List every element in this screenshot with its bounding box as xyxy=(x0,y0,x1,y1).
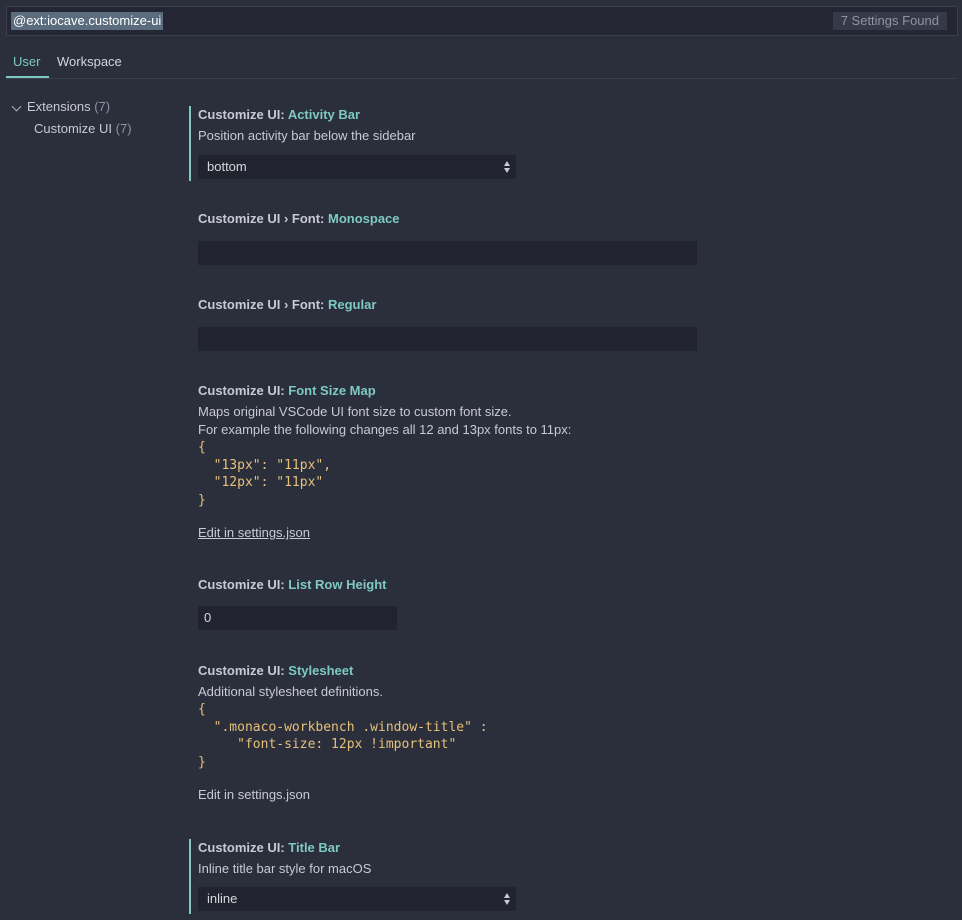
setting-title: Customize UI: List Row Height xyxy=(198,576,789,594)
setting-category: Customize UI: xyxy=(198,840,289,855)
tree-item-label: Customize UI xyxy=(34,121,113,136)
setting-title: Customize UI › Font: Monospace xyxy=(198,210,789,228)
code-example: { "13px": "11px", "12px": "11px" } xyxy=(198,440,332,508)
code-example: { ".monaco-workbench .window-title" : "f… xyxy=(198,702,488,770)
setting-description: For example the following changes all 12… xyxy=(198,422,572,437)
setting-description: Inline title bar style for macOS xyxy=(198,861,372,876)
select-arrows-icon xyxy=(504,160,511,174)
tree-item-extensions[interactable]: Extensions (7) xyxy=(10,96,180,118)
setting-name: Regular xyxy=(328,297,377,312)
edit-in-settings-json-link[interactable]: Edit in settings.json xyxy=(198,524,310,542)
setting-category: Customize UI › Font: xyxy=(198,211,328,226)
setting-activity-bar: Customize UI: Activity Bar Position acti… xyxy=(189,106,789,181)
chevron-down-icon xyxy=(11,101,22,112)
setting-name: Stylesheet xyxy=(288,663,354,678)
setting-description: Position activity bar below the sidebar xyxy=(198,128,416,143)
font-regular-input[interactable] xyxy=(198,327,697,351)
setting-description: Maps original VSCode UI font size to cus… xyxy=(198,404,512,419)
setting-font-monospace: Customize UI › Font: Monospace xyxy=(189,210,789,265)
select-value: inline xyxy=(207,891,238,906)
setting-list-row-height: Customize UI: List Row Height xyxy=(189,576,789,630)
font-monospace-input[interactable] xyxy=(198,241,697,265)
setting-category: Customize UI › Font: xyxy=(198,297,328,312)
tabs-divider xyxy=(6,78,956,79)
tree-item-customize-ui[interactable]: Customize UI (7) xyxy=(10,118,180,140)
setting-name: Activity Bar xyxy=(287,107,361,122)
setting-category: Customize UI: xyxy=(198,107,288,122)
setting-title: Customize UI: Stylesheet xyxy=(198,662,789,680)
tree-item-label: Extensions xyxy=(27,99,91,114)
tree-item-count: (7) xyxy=(94,99,111,114)
setting-category: Customize UI: xyxy=(198,663,289,678)
setting-stylesheet: Customize UI: Stylesheet Additional styl… xyxy=(189,662,789,804)
list-row-height-input[interactable] xyxy=(198,606,397,630)
setting-name: Title Bar xyxy=(288,840,341,855)
tree-item-count: (7) xyxy=(115,121,132,136)
select-value: bottom xyxy=(207,159,247,174)
setting-font-size-map: Customize UI: Font Size Map Maps origina… xyxy=(189,382,789,542)
setting-title: Customize UI: Title Bar xyxy=(198,839,789,857)
edit-in-settings-json-link[interactable]: Edit in settings.json xyxy=(198,786,310,804)
setting-category: Customize UI: xyxy=(198,383,289,398)
setting-name: List Row Height xyxy=(288,577,387,592)
settings-toc-tree: Extensions (7) Customize UI (7) xyxy=(10,96,180,140)
setting-title: Customize UI: Activity Bar xyxy=(198,106,789,124)
settings-search-bar[interactable]: @ext:iocave.customize-ui 7 Settings Foun… xyxy=(6,6,958,36)
activity-bar-select[interactable]: bottom xyxy=(198,155,516,179)
setting-name: Monospace xyxy=(328,211,400,226)
setting-title-bar: Customize UI: Title Bar Inline title bar… xyxy=(189,839,789,914)
title-bar-select[interactable]: inline xyxy=(198,887,516,911)
setting-title: Customize UI › Font: Regular xyxy=(198,296,789,314)
setting-name: Font Size Map xyxy=(288,383,376,398)
setting-description: Additional stylesheet definitions. xyxy=(198,684,384,699)
search-input[interactable]: @ext:iocave.customize-ui xyxy=(11,12,164,30)
settings-found-badge: 7 Settings Found xyxy=(832,12,947,30)
setting-category: Customize UI: xyxy=(198,577,289,592)
setting-font-regular: Customize UI › Font: Regular xyxy=(189,296,789,351)
tab-workspace[interactable]: Workspace xyxy=(57,48,122,78)
tab-user[interactable]: User xyxy=(6,48,49,78)
setting-title: Customize UI: Font Size Map xyxy=(198,382,789,400)
select-arrows-icon xyxy=(504,892,511,906)
